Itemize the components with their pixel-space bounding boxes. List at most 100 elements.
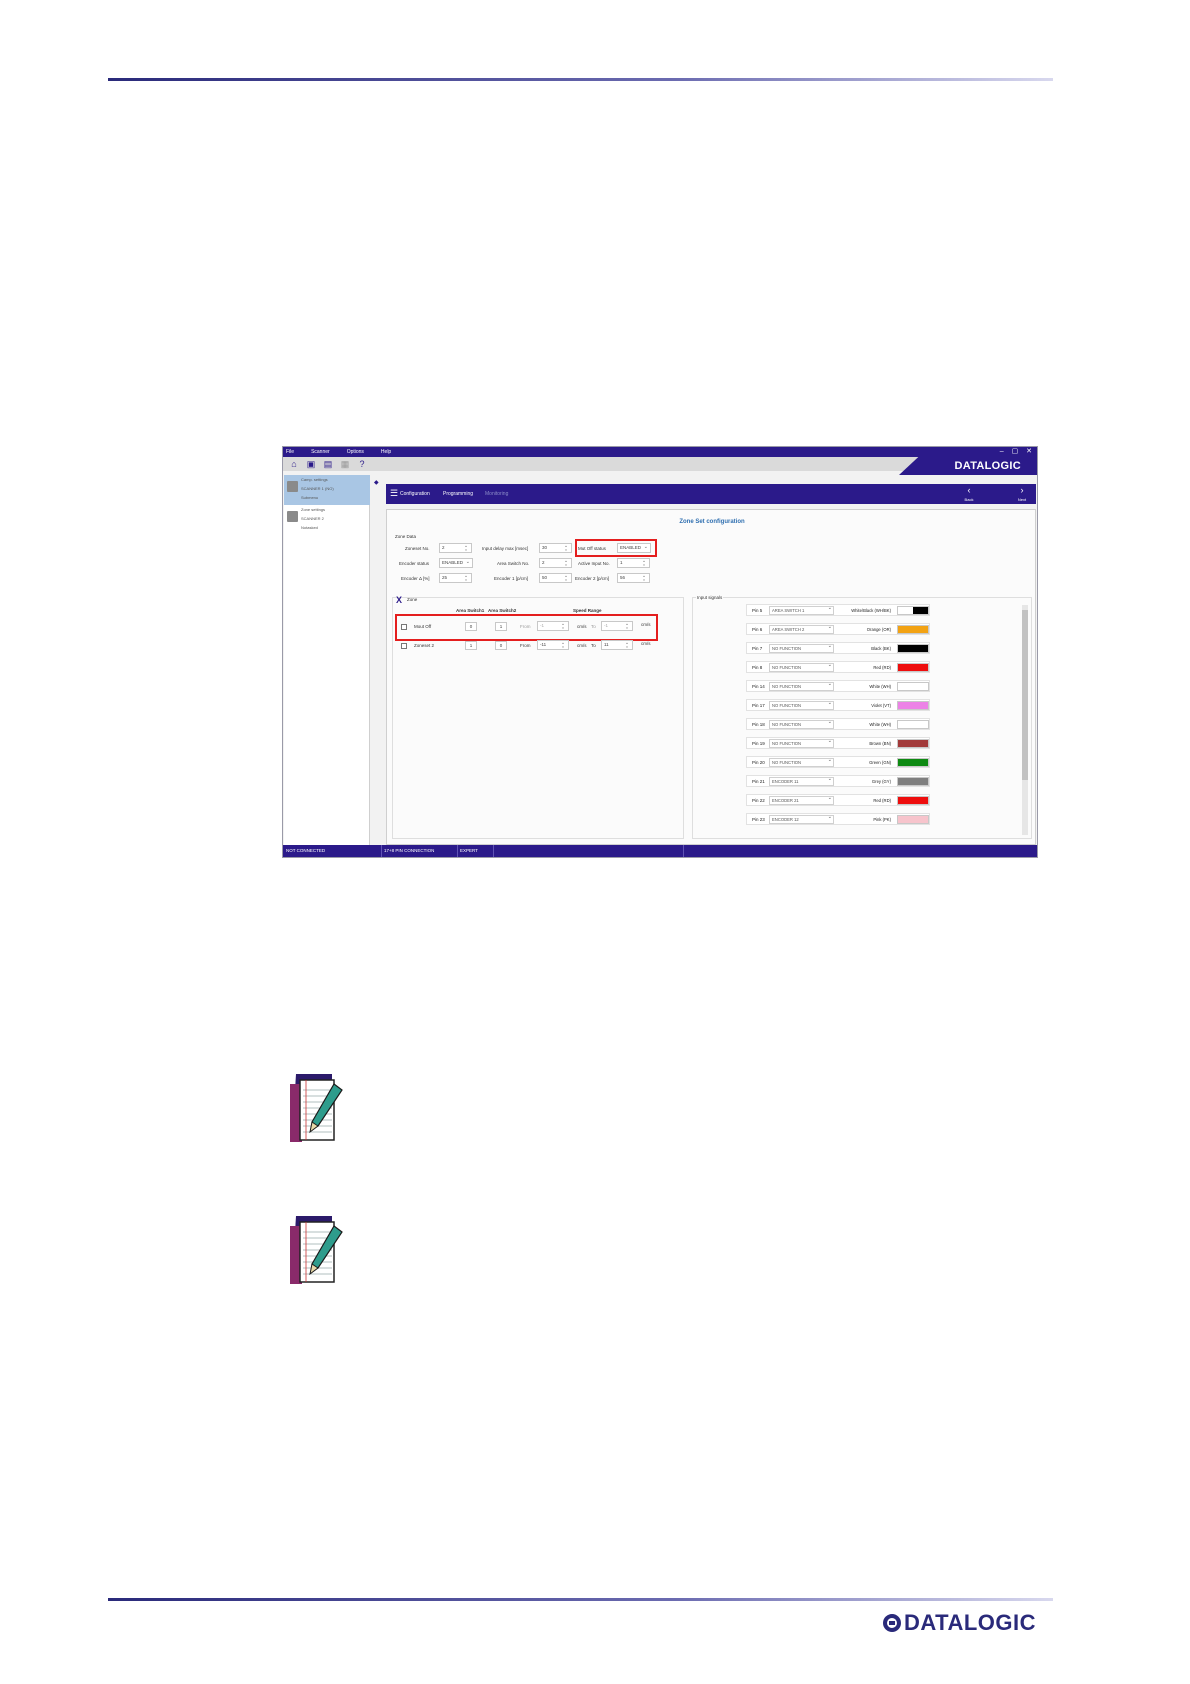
tab-programming[interactable]: Programming (443, 491, 473, 497)
left-item-line: SCANNER 1 (NO) (301, 486, 334, 491)
zone-row-name: Mout Off (414, 624, 432, 629)
pin-row: Pin 19 NO FUNCTION Brown (BN) (746, 737, 930, 749)
zone-row-checkbox[interactable] (401, 643, 407, 649)
pin-function-select[interactable]: NO FUNCTION (769, 700, 834, 710)
scrollbar[interactable] (1022, 605, 1028, 835)
save-as-icon[interactable]: ▤ (322, 459, 334, 470)
pin-color-swatch (897, 644, 929, 653)
status-divider (493, 845, 494, 857)
encoder2-input[interactable]: 56 (617, 573, 650, 583)
header-speed-range: Speed Range (573, 608, 602, 613)
pin-function-select[interactable]: ENCODER 21 (769, 795, 834, 805)
zone-row-from-label: From (520, 643, 531, 648)
pin-row: Pin 7 NO FUNCTION Black (BK) (746, 642, 930, 654)
pin-row: Pin 8 NO FUNCTION Red (RD) (746, 661, 930, 673)
note-icon (290, 1074, 343, 1142)
nav-bar: ☰ Configuration Programming Monitoring ‹… (386, 484, 1036, 504)
zone-row-from-label: From (520, 624, 531, 629)
menu-file[interactable]: File (286, 449, 294, 455)
pin-color-name: Red (RD) (873, 798, 891, 803)
active-input-no-input[interactable]: 1 (617, 558, 650, 568)
pin-color-name: Pink (PK) (873, 817, 891, 822)
back-label[interactable]: Back (957, 497, 981, 502)
zone-row-to[interactable]: 11 (601, 640, 633, 650)
pin-color-swatch (897, 758, 929, 767)
zone-row-to-label: To (591, 643, 596, 648)
pin-color-swatch (897, 796, 929, 805)
pin-row: Pin 23 ENCODER 12 Pink (PK) (746, 813, 930, 825)
left-panel-item-2[interactable]: Zone settings SCANNER 2 Notasked (284, 505, 370, 535)
status-bar: NOT CONNECTED 17+8 PIN CONNECTION EXPERT (283, 845, 1037, 857)
zone-row-name: Zoneset 2 (414, 643, 435, 648)
help-icon[interactable]: ? (356, 459, 368, 470)
tab-monitoring[interactable]: Monitoring (485, 491, 508, 497)
pin-color-swatch (897, 739, 929, 748)
menu-options[interactable]: Options (347, 449, 364, 455)
zone-row-as1[interactable]: 0 (465, 622, 477, 631)
zone-row-to-label: To (591, 624, 596, 629)
zone-row-checkbox[interactable] (401, 624, 407, 630)
scrollbar-thumb[interactable] (1022, 610, 1028, 780)
pin-row: Pin 6 AREA SWITCH 2 Orange (OR) (746, 623, 930, 635)
collapse-icon[interactable]: ◆ (374, 479, 379, 486)
pin-label: Pin 8 (752, 665, 763, 670)
pin-color-name: Brown (BN) (869, 741, 891, 746)
highlight-box (575, 539, 657, 557)
window-controls[interactable]: – ▢ ✕ (1000, 447, 1035, 455)
pin-label: Pin 21 (752, 779, 765, 784)
pin-function-select[interactable]: ENCODER 11 (769, 776, 834, 786)
area-switch-no-input[interactable]: 2 (539, 558, 572, 568)
zone-row-as2[interactable]: 0 (495, 641, 507, 650)
next-icon[interactable]: › (1010, 485, 1034, 495)
save-icon[interactable]: ▣ (305, 459, 317, 470)
pin-row: Pin 21 ENCODER 11 Grey (GY) (746, 775, 930, 787)
pin-color-name: Green (GN) (869, 760, 891, 765)
pin-color-name: Grey (GY) (871, 779, 891, 784)
left-item-line: Zone settings (301, 507, 326, 512)
menu-help[interactable]: Help (381, 449, 391, 455)
next-label[interactable]: Next (1010, 497, 1034, 502)
footer-rule (108, 1598, 1053, 1601)
pin-function-select[interactable]: NO FUNCTION (769, 757, 834, 767)
pin-color-name: Violet (VT) (871, 703, 891, 708)
pin-function-select[interactable]: NO FUNCTION (769, 681, 834, 691)
left-panel-item-1[interactable]: Camp. settings SCANNER 1 (NO) Submenu (284, 475, 370, 505)
hamburger-icon[interactable]: ☰ (390, 488, 398, 499)
encoder-delta-input[interactable]: 25 (439, 573, 472, 583)
encoder2-label: Encoder 2 [p/cm] (575, 576, 610, 581)
zoneset-no-input[interactable]: 2 (439, 543, 472, 553)
pin-function-select[interactable]: NO FUNCTION (769, 662, 834, 672)
note-icon (290, 1216, 343, 1284)
back-icon[interactable]: ‹ (957, 485, 981, 495)
zone-row-as2[interactable]: 1 (495, 622, 507, 631)
home-icon[interactable]: ⌂ (288, 459, 300, 470)
pin-label: Pin 20 (752, 760, 765, 765)
pin-row: Pin 20 NO FUNCTION Green (GN) (746, 756, 930, 768)
status-divider (457, 845, 458, 857)
encoder-status-select[interactable]: ENABLED (439, 558, 473, 568)
pin-row: Pin 5 AREA SWITCH 1 White/Black (WH/BK) (746, 604, 930, 616)
grid-icon[interactable]: ▦ (339, 459, 351, 470)
area-switch-no-label: Area Switch No. (497, 561, 530, 566)
pin-function-select[interactable]: AREA SWITCH 1 (769, 605, 834, 615)
pin-function-select[interactable]: NO FUNCTION (769, 738, 834, 748)
close-icon[interactable]: X (396, 595, 402, 605)
zone-row-to[interactable]: -1 (601, 621, 633, 631)
menu-bar: File Scanner Options Help – ▢ ✕ (283, 447, 1037, 457)
pin-function-select[interactable]: NO FUNCTION (769, 719, 834, 729)
tab-configuration[interactable]: Configuration (400, 491, 430, 497)
input-signals-label: Input signals (696, 595, 724, 600)
zone-row-as1[interactable]: 1 (465, 641, 477, 650)
status-pins: 17+8 PIN CONNECTION (384, 848, 435, 853)
pin-label: Pin 23 (752, 817, 765, 822)
zone-row-from[interactable]: -1 (537, 621, 569, 631)
input-delay-input[interactable]: 30 (539, 543, 572, 553)
encoder1-input[interactable]: 50 (539, 573, 572, 583)
pin-function-select[interactable]: AREA SWITCH 2 (769, 624, 834, 634)
pin-label: Pin 18 (752, 722, 765, 727)
pin-function-select[interactable]: ENCODER 12 (769, 814, 834, 824)
zone-row-from[interactable]: -11 (537, 640, 569, 650)
menu-scanner[interactable]: Scanner (311, 449, 330, 455)
logo-text: DATALOGIC (904, 1610, 1036, 1635)
pin-function-select[interactable]: NO FUNCTION (769, 643, 834, 653)
